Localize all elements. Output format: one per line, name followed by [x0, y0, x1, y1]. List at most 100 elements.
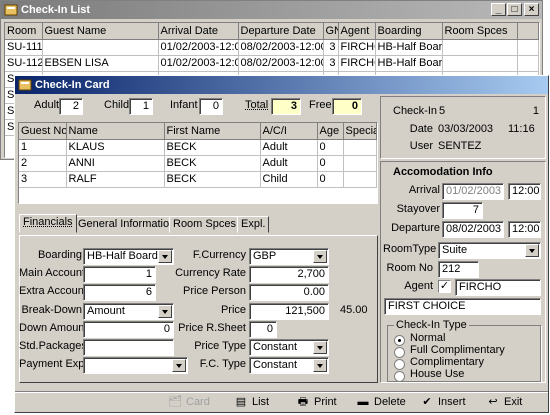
tab-general-information[interactable]: General Information	[74, 216, 180, 233]
roomno-field[interactable]: 212	[438, 261, 479, 278]
std-packages-field[interactable]	[83, 339, 174, 356]
exit-button-label: Exit	[504, 396, 523, 408]
checkin-list-titlebar[interactable]: Check-In List _ □ ×	[1, 1, 542, 19]
user-label: User	[409, 140, 433, 152]
chevron-down-icon[interactable]	[313, 341, 327, 354]
price-type-select[interactable]: Constant	[249, 339, 329, 356]
col-agent[interactable]: Agent	[338, 23, 376, 40]
col-room[interactable]: Room	[5, 23, 43, 40]
col-filler	[517, 23, 539, 40]
chevron-down-icon[interactable]	[525, 244, 539, 257]
card-button[interactable]: 🗂 Card	[167, 392, 210, 412]
currency-value: GBP	[253, 250, 277, 262]
chevron-down-icon[interactable]	[313, 359, 327, 372]
agent-field[interactable]: FIRCHO	[455, 279, 541, 296]
chevron-down-icon[interactable]	[158, 250, 172, 263]
main-account-field[interactable]: 1	[83, 266, 156, 283]
list-button[interactable]: ▤ List	[233, 392, 269, 412]
currency-select[interactable]: GBP	[249, 248, 329, 265]
agent-checkbox[interactable]: ✓	[438, 280, 451, 293]
adult-field[interactable]: 2	[59, 98, 83, 115]
extra-account-field[interactable]: 6	[83, 284, 156, 301]
cell: RALF	[66, 171, 165, 188]
cell: EBSEN LISA	[42, 55, 159, 72]
total-field: 3	[271, 98, 301, 115]
col-special[interactable]: Special	[343, 123, 377, 140]
guests-grid[interactable]: Guest No Name First Name A/C/I Age Speci…	[18, 122, 378, 204]
col-age[interactable]: Age	[317, 123, 344, 140]
price-field[interactable]: 121,500	[249, 303, 329, 320]
insert-button[interactable]: ✔ Insert	[419, 392, 465, 412]
table-row[interactable]: SU-112 EBSEN LISA 01/02/2003-12:00 08/02…	[5, 55, 539, 72]
col-departure[interactable]: Departure Date	[238, 23, 324, 40]
roomtype-value: Suite	[442, 244, 468, 256]
price-rsheet-field[interactable]: 0	[249, 321, 277, 338]
app-icon	[18, 79, 32, 91]
cell: 3	[19, 171, 67, 188]
cell: KLAUS	[66, 139, 165, 156]
table-row[interactable]: 1 KLAUS BECK Adult 0	[19, 139, 377, 156]
table-row[interactable]: SU-111 01/02/2003-12:00 08/02/2003-12:00…	[5, 39, 539, 56]
cell: 0	[317, 155, 344, 172]
cell: HB-Half Board	[375, 55, 443, 72]
table-row[interactable]: 2 ANNI BECK Adult 0	[19, 155, 377, 172]
list-button-label: List	[252, 396, 270, 408]
breakdown-select[interactable]: Amount	[83, 303, 174, 320]
maximize-button[interactable]: □	[507, 3, 522, 16]
checkin-card-titlebar[interactable]: Check-In Card	[15, 76, 548, 94]
delete-button[interactable]: ▬ Delete	[355, 392, 406, 412]
free-field: 0	[332, 98, 362, 115]
breakdown-label: Break-Down	[21, 304, 82, 316]
tab-room-spces[interactable]: Room Spces	[169, 216, 240, 233]
agent-label: Agent	[404, 280, 433, 292]
tab-expl[interactable]: Expl.	[237, 216, 270, 233]
tab-financials[interactable]: Financials	[19, 214, 77, 233]
boarding-select[interactable]: HB-Half Board	[83, 248, 174, 265]
cell	[517, 55, 539, 72]
col-first-name[interactable]: First Name	[164, 123, 261, 140]
roomtype-select[interactable]: Suite	[438, 242, 541, 259]
arrival-time-field[interactable]: 12:00	[508, 183, 541, 200]
tab-room-spces-label: Room Spces	[173, 218, 236, 230]
col-aci[interactable]: A/C/I	[260, 123, 318, 140]
fc-type-select[interactable]: Constant	[249, 357, 329, 374]
price-person-field[interactable]: 0.00	[249, 284, 329, 301]
arrival-date-field[interactable]: 01/02/2003	[442, 183, 504, 200]
cell: HB-Half Board	[375, 39, 443, 56]
radio-complimentary[interactable]	[394, 359, 405, 370]
col-room-spces[interactable]: Room Spces	[442, 23, 518, 40]
checkin-page: 1	[532, 105, 539, 117]
radio-full-complimentary[interactable]	[394, 347, 405, 358]
print-button-label: Print	[314, 396, 337, 408]
close-button[interactable]: ×	[524, 3, 539, 16]
col-gn[interactable]: GN	[323, 23, 339, 40]
print-icon: 🖶	[297, 396, 309, 408]
chevron-down-icon[interactable]	[313, 250, 327, 263]
currency-rate-field[interactable]: 2,700	[249, 266, 329, 283]
radio-normal[interactable]	[394, 335, 405, 346]
cell	[517, 39, 539, 56]
minimize-button[interactable]: _	[491, 3, 506, 16]
infant-field[interactable]: 0	[199, 98, 223, 115]
cell: 01/02/2003-12:00	[158, 55, 239, 72]
departure-time-field[interactable]: 12:00	[508, 221, 541, 238]
radio-house-use[interactable]	[394, 371, 405, 382]
boarding-value: HB-Half Board	[87, 250, 158, 262]
table-row[interactable]: 3 RALF BECK Child 0	[19, 171, 377, 188]
child-field[interactable]: 1	[129, 98, 153, 115]
stayover-field[interactable]: 7	[442, 202, 483, 219]
col-boarding[interactable]: Boarding	[375, 23, 443, 40]
col-guest-no[interactable]: Guest No	[19, 123, 67, 140]
cell: 3	[323, 39, 339, 56]
cell: Child	[260, 171, 318, 188]
checkin-list-header: Room Guest Name Arrival Date Departure D…	[5, 23, 539, 40]
cell: 2	[19, 155, 67, 172]
exit-button[interactable]: ↩ Exit	[485, 392, 522, 412]
print-button[interactable]: 🖶 Print	[295, 392, 337, 412]
col-name[interactable]: Name	[66, 123, 165, 140]
down-amount-field[interactable]: 0	[83, 321, 174, 338]
col-arrival[interactable]: Arrival Date	[158, 23, 239, 40]
agent-name-field[interactable]: FIRST CHOICE	[384, 298, 541, 315]
departure-date-field[interactable]: 08/02/2003	[442, 221, 504, 238]
col-guest-name[interactable]: Guest Name	[42, 23, 159, 40]
